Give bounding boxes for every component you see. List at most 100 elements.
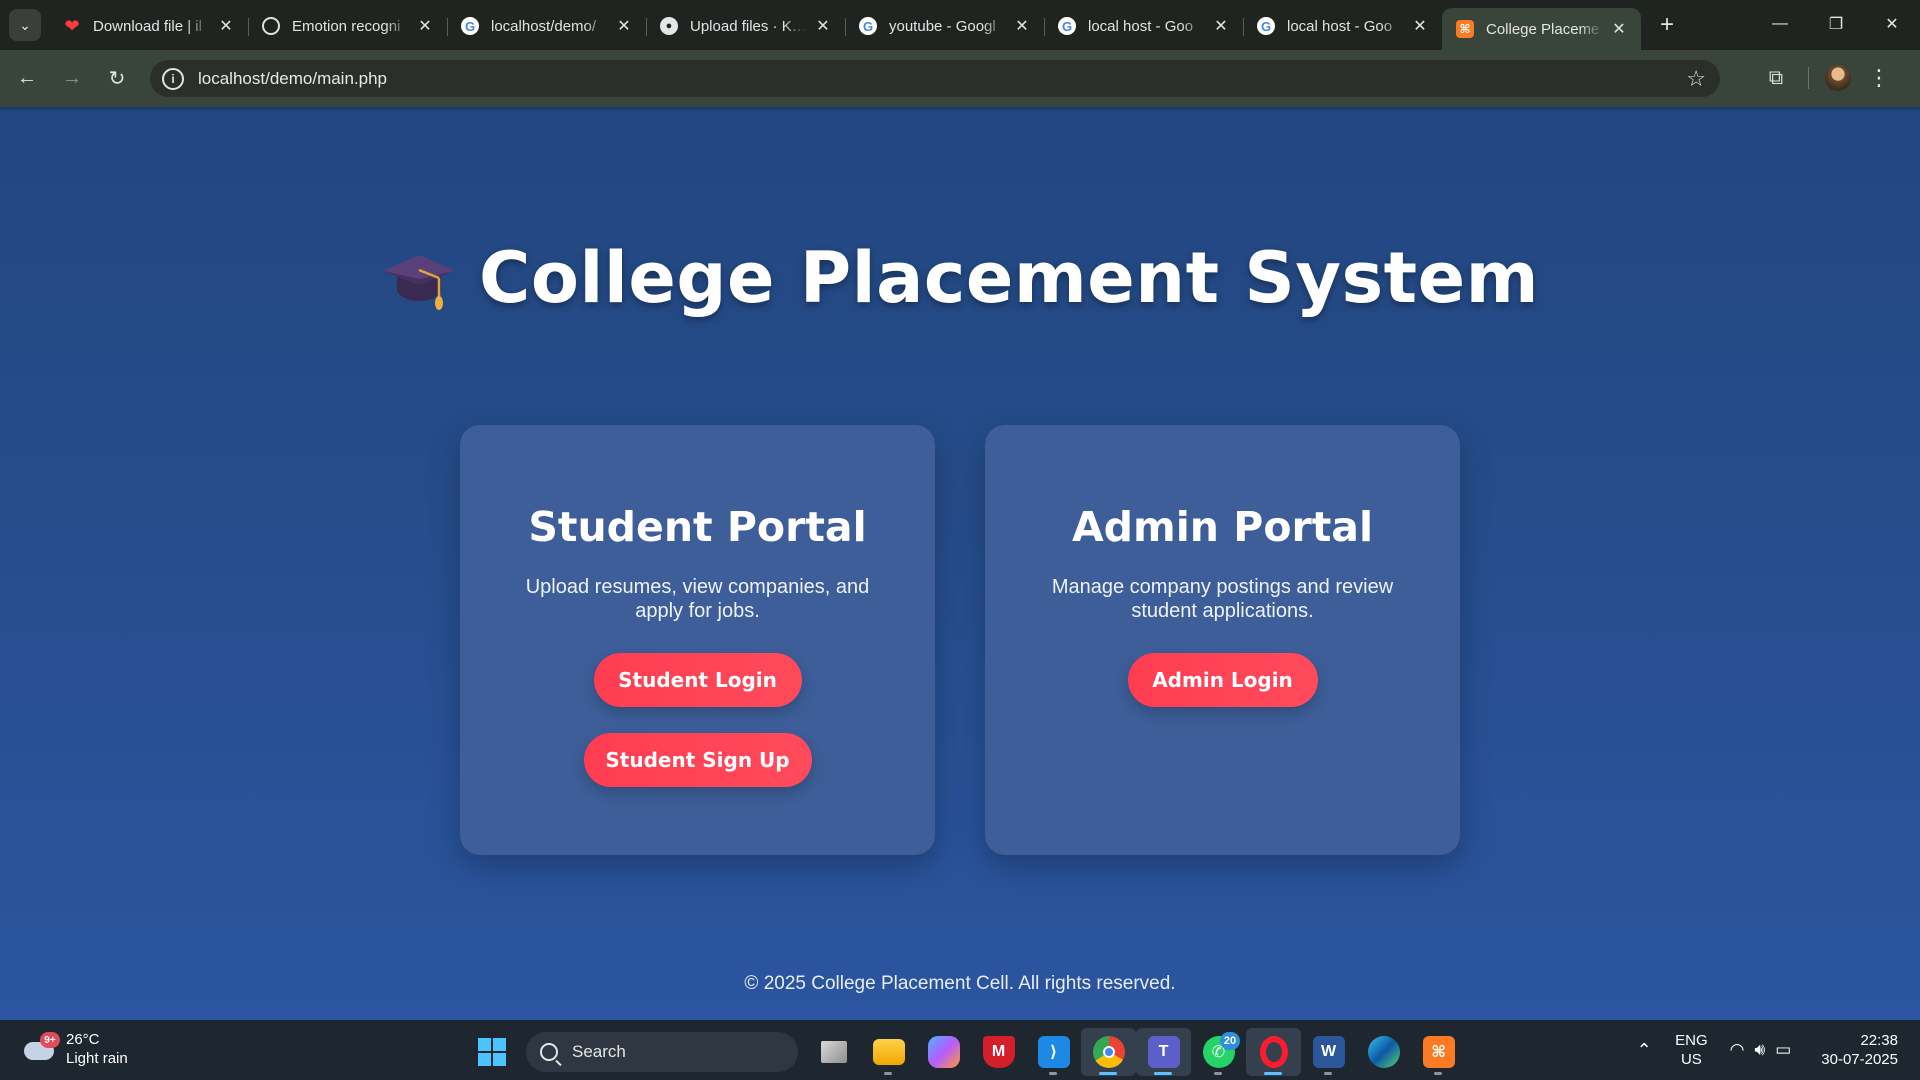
battery-icon: ▭: [1775, 1040, 1792, 1059]
chevron-down-icon: ⌄: [19, 16, 31, 33]
clock-date: 30-07-2025: [1821, 1051, 1898, 1068]
search-icon: [540, 1043, 558, 1061]
google-icon: G: [1058, 17, 1076, 35]
restore-button[interactable]: ❐: [1808, 0, 1864, 48]
tab-upload-files[interactable]: ● Upload files · Khu ✕: [646, 6, 845, 46]
chrome-icon: [1092, 1036, 1125, 1068]
xampp-icon: ⌘: [1456, 20, 1474, 38]
shield-icon: M: [982, 1036, 1015, 1068]
whatsapp-app[interactable]: ✆ 20: [1191, 1028, 1246, 1076]
close-icon[interactable]: ✕: [415, 16, 435, 36]
admin-login-button[interactable]: Admin Login: [1127, 653, 1318, 707]
tab-local-host-google-2[interactable]: G local host - Goo ✕: [1243, 6, 1442, 46]
tab-emotion-recognition[interactable]: Emotion recogni ✕: [248, 6, 447, 46]
footer-copyright: © 2025 College Placement Cell. All right…: [744, 973, 1176, 994]
profile-avatar[interactable]: [1825, 65, 1851, 91]
address-bar[interactable]: i localhost/demo/main.php ☆: [150, 60, 1720, 97]
tab-list: ❤ Download file | il ✕ Emotion recogni ✕…: [49, 0, 1641, 50]
weather-widget[interactable]: 9+ 26°C Light rain: [22, 1030, 128, 1068]
tab-local-host-google-1[interactable]: G local host - Goo ✕: [1044, 6, 1243, 46]
windows-logo-icon: [478, 1038, 506, 1066]
close-icon[interactable]: ✕: [216, 16, 236, 36]
taskbar-search[interactable]: Search: [526, 1032, 798, 1072]
weather-condition: Light rain: [66, 1050, 128, 1067]
xampp-app[interactable]: ⌘: [1411, 1028, 1466, 1076]
lang-top: ENG: [1675, 1032, 1708, 1049]
pinned-apps: M ⟩ T ✆ 20 W ⌘: [806, 1028, 1466, 1076]
task-view-app[interactable]: [806, 1028, 861, 1076]
windows-taskbar: 9+ 26°C Light rain Search M ⟩ T ✆20 W ⌘: [0, 1020, 1920, 1080]
student-login-button[interactable]: Student Login: [593, 653, 802, 707]
extensions-button[interactable]: ⧉: [1760, 62, 1792, 94]
tab-youtube-google[interactable]: G youtube - Googl ✕: [845, 6, 1044, 46]
close-icon[interactable]: ✕: [1211, 16, 1231, 36]
chevron-up-icon[interactable]: ⌃: [1629, 1040, 1659, 1061]
tab-college-placement[interactable]: ⌘ College Placeme ✕: [1442, 8, 1641, 50]
student-portal-description: Upload resumes, view companies, and appl…: [525, 576, 870, 622]
reload-icon: ↻: [108, 68, 126, 90]
heart-icon: ❤: [64, 15, 80, 36]
google-icon: G: [461, 17, 479, 35]
file-explorer-app[interactable]: [861, 1028, 916, 1076]
language-indicator[interactable]: ENG US: [1675, 1031, 1708, 1069]
taskbar-center: Search M ⟩ T ✆ 20 W ⌘: [470, 1028, 1466, 1076]
arrow-left-icon: ←: [17, 67, 37, 89]
volume-icon: 🔊︎: [1754, 1040, 1766, 1059]
minimize-icon: —: [1772, 15, 1788, 32]
tab-title: local host - Goo: [1287, 17, 1393, 35]
forward-button[interactable]: →: [54, 61, 90, 97]
word-app[interactable]: W: [1301, 1028, 1356, 1076]
tab-title: College Placeme: [1486, 20, 1600, 38]
student-signup-button[interactable]: Student Sign Up: [583, 733, 812, 787]
folder-icon: [872, 1039, 905, 1065]
close-icon[interactable]: ✕: [1410, 16, 1430, 36]
restore-icon: ❐: [1828, 16, 1844, 33]
teams-app[interactable]: T: [1136, 1028, 1191, 1076]
tab-search-button[interactable]: ⌄: [9, 9, 41, 41]
edge-app[interactable]: [1356, 1028, 1411, 1076]
bookmark-star-icon[interactable]: ☆: [1686, 66, 1706, 92]
browser-menu-button[interactable]: ⋮: [1863, 62, 1895, 94]
page-content: College Placement System Student Portal …: [0, 107, 1920, 1020]
copilot-app[interactable]: [916, 1028, 971, 1076]
site-info-icon[interactable]: i: [162, 67, 184, 90]
close-window-button[interactable]: ✕: [1864, 0, 1920, 48]
tab-title: Download file | il: [93, 17, 202, 35]
wifi-icon: ◠: [1729, 1040, 1745, 1059]
url-text[interactable]: localhost/demo/main.php: [198, 69, 387, 89]
plus-icon: +: [1659, 11, 1674, 38]
chrome-app[interactable]: [1081, 1028, 1136, 1076]
copilot-icon: [927, 1036, 960, 1068]
edge-icon: [1367, 1036, 1400, 1068]
close-icon[interactable]: ✕: [1609, 19, 1629, 39]
cloud-rain-icon: 9+: [22, 1032, 60, 1064]
admin-portal-description: Manage company postings and review stude…: [1051, 576, 1394, 622]
new-tab-button[interactable]: +: [1651, 9, 1683, 41]
tray-status-icons[interactable]: ◠ 🔊︎ ▭: [1730, 1040, 1792, 1060]
opera-app[interactable]: [1246, 1028, 1301, 1076]
tab-title: local host - Goo: [1088, 17, 1194, 35]
close-icon[interactable]: ✕: [813, 16, 833, 36]
close-icon[interactable]: ✕: [614, 16, 634, 36]
close-icon[interactable]: ✕: [1012, 16, 1032, 36]
start-button[interactable]: [470, 1030, 514, 1074]
task-view-icon: [820, 1041, 847, 1063]
minimize-button[interactable]: —: [1752, 0, 1808, 48]
tab-localhost-demo[interactable]: G localhost/demo/ ✕: [447, 6, 646, 46]
tab-download-file[interactable]: ❤ Download file | il ✕: [49, 6, 248, 46]
github-icon: ●: [660, 17, 678, 35]
weather-temp: 26°C: [66, 1031, 100, 1048]
mcafee-app[interactable]: M: [971, 1028, 1026, 1076]
tab-title: Emotion recogni: [292, 17, 401, 35]
clock[interactable]: 22:38 30-07-2025: [1821, 1031, 1898, 1069]
back-button[interactable]: ←: [9, 61, 45, 97]
portal-cards: Student Portal Upload resumes, view comp…: [460, 425, 1460, 855]
puzzle-icon: ⧉: [1768, 66, 1784, 89]
page-title-heading: College Placement System: [381, 237, 1539, 319]
admin-portal-card: Admin Portal Manage company postings and…: [985, 425, 1460, 855]
search-label: Search: [572, 1042, 626, 1061]
vscode-app[interactable]: ⟩: [1026, 1028, 1081, 1076]
graduation-cap-icon: [382, 255, 455, 310]
reload-button[interactable]: ↻: [99, 61, 135, 97]
toolbar-right: ⧉ ⋮: [1760, 62, 1895, 94]
